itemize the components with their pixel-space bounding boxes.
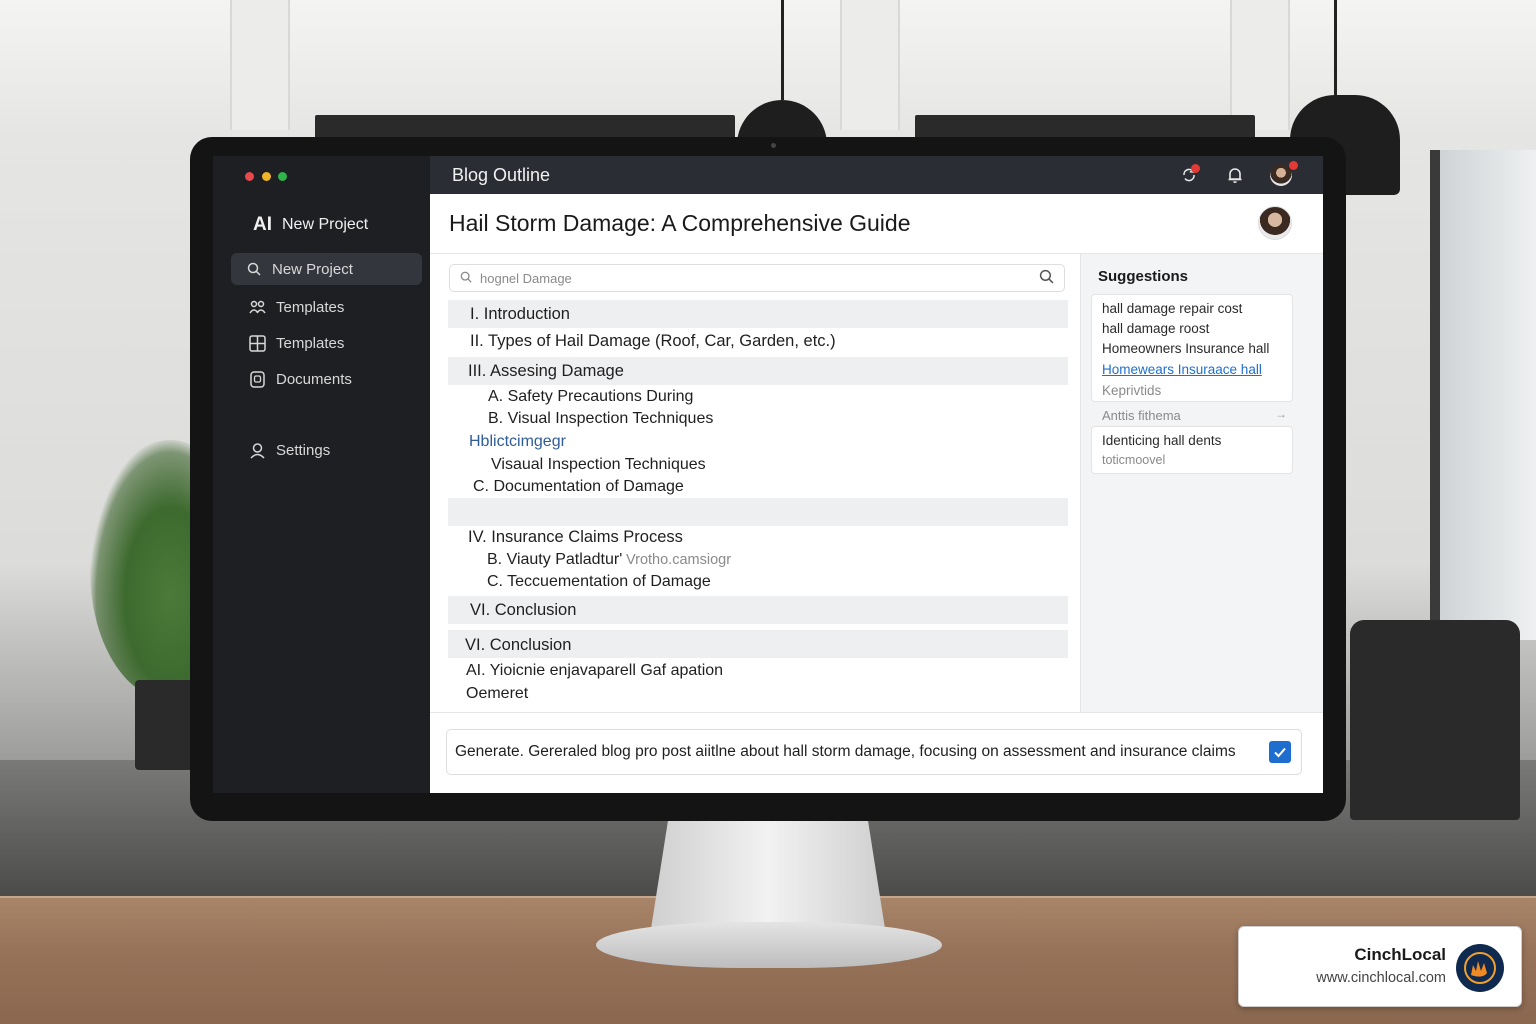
notification-badge (1191, 164, 1200, 173)
outline-heading[interactable]: IV. Insurance Claims Process (468, 528, 683, 547)
sidebar-item-templates[interactable]: Templates (235, 291, 426, 323)
cinchlocal-badge: CinchLocal www.cinchlocal.com (1238, 926, 1522, 1007)
document-icon (249, 370, 266, 388)
suggestion-card[interactable]: hall damage repair cost hall damage roos… (1091, 294, 1293, 402)
monitor-base (596, 922, 942, 968)
topbar: Blog Outline (430, 156, 1323, 194)
outline-subitem-ghost: Vrotho.camsiogr (626, 552, 732, 568)
side-window (1430, 150, 1536, 640)
outline-heading[interactable]: II. Types of Hail Damage (Roof, Car, Gar… (470, 332, 836, 351)
monitor-camera (771, 143, 776, 148)
outline-subitem[interactable]: A. Safety Precautions During (488, 388, 693, 406)
brand-name: New Project (282, 216, 369, 233)
search-icon (460, 271, 472, 286)
grid-icon (249, 334, 266, 352)
suggestions-title: Suggestions (1098, 268, 1189, 285)
sidebar-item-label: Documents (276, 370, 352, 388)
confirm-checkbox[interactable] (1269, 741, 1291, 763)
sidebar-item-label: Settings (276, 441, 331, 459)
outline-subitem[interactable]: B. Visual Inspection Techniques (488, 410, 713, 428)
prompt-text[interactable]: Generate. Gereraled blog pro post aiitln… (455, 743, 1236, 761)
ceiling-beam (840, 0, 900, 130)
chair (1350, 620, 1520, 820)
user-gear-icon (249, 442, 266, 459)
avatar-icon[interactable] (1270, 161, 1298, 186)
sidebar-item-templates-2[interactable]: Templates (235, 327, 426, 359)
avatar[interactable] (1258, 206, 1292, 240)
monitor-stand (650, 815, 886, 935)
outline-editor[interactable]: hognel Damage I. Introduction II. Types … (430, 254, 1080, 712)
sidebar-item-label: New Project (272, 260, 353, 278)
outline-subitem[interactable]: C. Documentation of Damage (473, 478, 684, 496)
app-window: AI New Project New Project Templates Tem… (213, 156, 1323, 793)
outline-heading[interactable]: I. Introduction (470, 305, 570, 324)
sidebar-item-label: Templates (276, 298, 345, 316)
lamp-cord (781, 0, 784, 100)
sidebar-item-new-project[interactable]: New Project (231, 253, 422, 285)
prompt-input[interactable]: Generate. Gereraled blog pro post aiitln… (446, 729, 1302, 775)
page-title: Hail Storm Damage: A Comprehensive Guide (449, 210, 911, 236)
outline-subitem[interactable]: Oemeret (466, 685, 528, 703)
prompt-bar: Generate. Gereraled blog pro post aiitln… (430, 712, 1323, 793)
search-submit-icon[interactable] (1039, 269, 1054, 287)
arrow-right-icon[interactable]: → (1275, 407, 1287, 421)
sidebar-item-label: Templates (276, 334, 345, 352)
outline-subitem[interactable]: C. Teccuementation of Damage (487, 573, 711, 591)
ceiling-beam (230, 0, 290, 130)
search-icon (245, 261, 262, 278)
outline-heading[interactable]: VI. Conclusion (470, 601, 576, 620)
outline-heading[interactable]: III. Assesing Damage (468, 362, 624, 381)
cinchlocal-logo-icon (1456, 944, 1504, 992)
suggestion-link[interactable]: Homewears Insuraace hall (1102, 362, 1262, 377)
ceiling-beam (1230, 0, 1290, 130)
suggestion-item[interactable]: Identicing hall dents (1102, 433, 1221, 448)
suggestion-item[interactable]: hall damage repair cost (1102, 301, 1242, 316)
suggestions-panel: Suggestions hall damage repair cost hall… (1080, 254, 1323, 712)
topbar-title: Blog Outline (452, 165, 551, 185)
ai-logo: AI (253, 214, 272, 235)
outline-subitem[interactable]: Visaual Inspection Techniques (491, 456, 706, 474)
main-panel: Blog Outline Hail Storm Damage: A Compre… (430, 156, 1323, 793)
brand: AI New Project (253, 214, 368, 236)
suggestion-item[interactable]: Homeowners Insurance hall (1102, 341, 1269, 356)
sidebar-item-settings[interactable]: Settings (235, 434, 426, 466)
outline-heading[interactable]: VI. Conclusion (465, 636, 571, 655)
badge-url: www.cinchlocal.com (1316, 970, 1446, 986)
notification-badge (1289, 161, 1298, 170)
suggestion-item[interactable]: hall damage roost (1102, 321, 1209, 336)
outline-subitem[interactable]: AI. Yioicnie enjavaparell Gaf apation (466, 662, 723, 680)
row-highlight (448, 498, 1068, 526)
outline-subitem[interactable]: Hblictcimgegr (469, 433, 566, 451)
sidebar: AI New Project New Project Templates Tem… (213, 156, 430, 793)
suggestion-item[interactable]: Keprivtids (1102, 383, 1161, 398)
suggestion-item[interactable]: toticmoovel (1102, 453, 1165, 467)
suggestion-group-label: Anttis fithema (1102, 408, 1181, 423)
search-input[interactable]: hognel Damage (480, 271, 572, 286)
outline-subitem[interactable]: B. Viauty Patladtur' (487, 551, 622, 569)
document-header: Hail Storm Damage: A Comprehensive Guide (430, 194, 1323, 254)
close-window-button[interactable] (245, 172, 254, 181)
bell-icon[interactable] (1224, 164, 1246, 186)
lamp-cord (1334, 0, 1337, 100)
checkmark-icon (1274, 747, 1286, 758)
maximize-window-button[interactable] (278, 172, 287, 181)
badge-name: CinchLocal (1354, 945, 1446, 964)
minimize-window-button[interactable] (262, 172, 271, 181)
sidebar-item-documents[interactable]: Documents (235, 363, 426, 395)
search-box[interactable]: hognel Damage (449, 264, 1065, 292)
sync-icon[interactable] (1178, 164, 1200, 186)
people-icon (249, 299, 266, 316)
suggestion-card[interactable]: Identicing hall dents toticmoovel (1091, 426, 1293, 474)
